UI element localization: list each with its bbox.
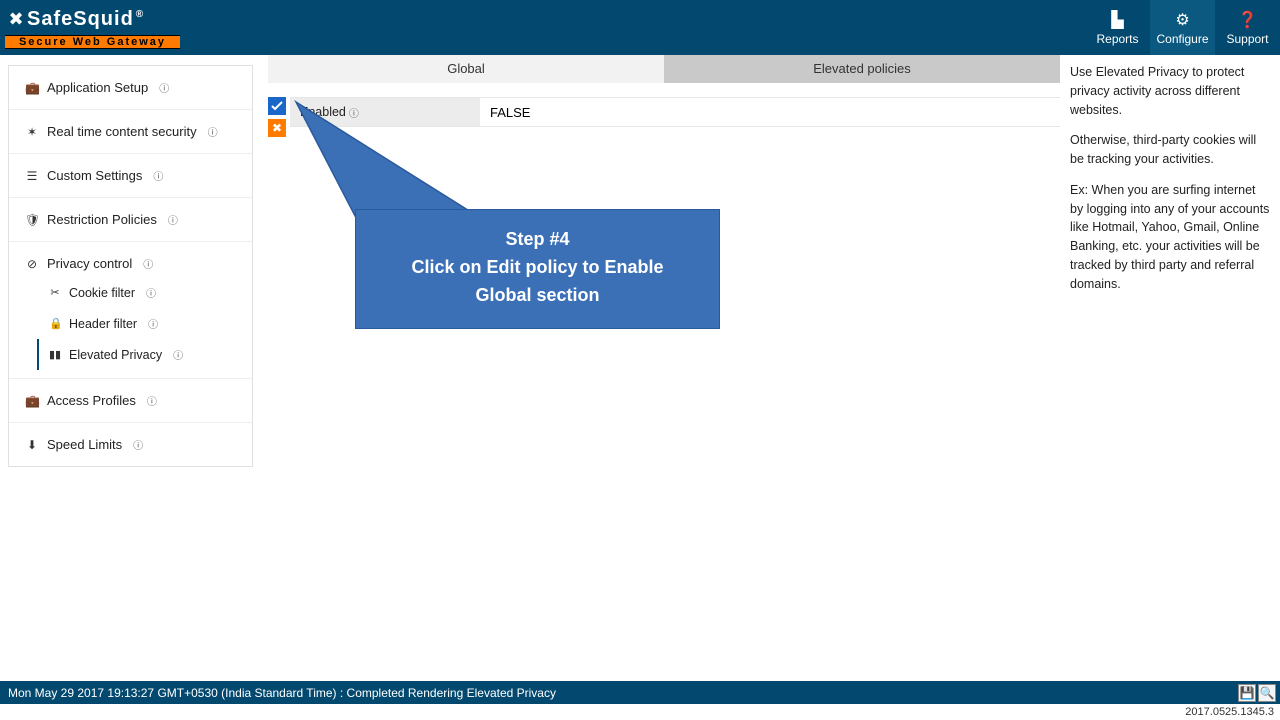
info-icon: ⓘ [143, 256, 153, 271]
chart-icon: ▙ [1111, 10, 1123, 30]
info-icon: ⓘ [168, 212, 178, 227]
search-button[interactable]: 🔍 [1258, 684, 1276, 702]
lock-icon: 🔒 [49, 317, 61, 330]
sidebar-item-label: Access Profiles [47, 393, 136, 408]
info-text: Use Elevated Privacy to protect privacy … [1070, 63, 1270, 119]
nav-label: Reports [1096, 32, 1138, 46]
save-button[interactable]: 💾 [1238, 684, 1256, 702]
sidebar-item-label: Header filter [69, 317, 137, 331]
sidebar-item-custom-settings[interactable]: ☰ Custom Settings ⓘ [9, 154, 252, 198]
info-icon: ⓘ [159, 80, 169, 95]
status-text: Mon May 29 2017 19:13:27 GMT+0530 (India… [8, 686, 556, 700]
info-icon: ⓘ [173, 347, 183, 362]
info-icon: ⓘ [147, 393, 157, 408]
nav-label: Support [1226, 32, 1268, 46]
info-icon: ⓘ [153, 168, 163, 183]
sidebar-item-speed-limits[interactable]: ⬇ Speed Limits ⓘ [9, 423, 252, 466]
tab-global[interactable]: Global [268, 55, 664, 83]
sidebar-item-label: Restriction Policies [47, 212, 157, 227]
info-icon: ⓘ [146, 285, 156, 300]
sidebar-item-label: Speed Limits [47, 437, 122, 452]
info-text: Ex: When you are surfing internet by log… [1070, 181, 1270, 294]
info-icon: ⓘ [349, 105, 359, 120]
header-bar: ✖ SafeSquid® Secure Web Gateway ▙ Report… [0, 0, 1280, 55]
sidebar-item-label: Real time content security [47, 124, 197, 139]
main-panel: Global Elevated policies ✖ Enabled ⓘ FAL… [258, 55, 1060, 681]
sidebar-item-privacy-control[interactable]: ⊘ Privacy control ⓘ [9, 242, 252, 277]
info-icon: ⓘ [133, 437, 143, 452]
nav-reports[interactable]: ▙ Reports [1085, 0, 1150, 55]
edit-policy-button[interactable] [268, 97, 286, 115]
sidebar-privacy-children: ✂ Cookie filter ⓘ 🔒 Header filter ⓘ ▮▮ E… [9, 277, 252, 378]
sidebar-item-label: Privacy control [47, 256, 132, 271]
scissors-icon: ✂ [49, 286, 61, 299]
floppy-icon: 💾 [1240, 686, 1255, 700]
search-icon: 🔍 [1260, 686, 1275, 700]
info-text: Otherwise, third-party cookies will be t… [1070, 131, 1270, 169]
nav-label: Configure [1156, 32, 1208, 46]
sidebar-sub-cookie-filter[interactable]: ✂ Cookie filter ⓘ [9, 277, 252, 308]
nav-configure[interactable]: ⚙ Configure [1150, 0, 1215, 55]
sidebar-item-label: Application Setup [47, 80, 148, 95]
help-icon: ❓ [1238, 10, 1258, 30]
delete-policy-button[interactable]: ✖ [268, 119, 286, 137]
logo-icon: ✖ [5, 9, 27, 31]
sidebar-item-restriction-policies[interactable]: 🛡 Restriction Policies ⓘ [9, 198, 252, 242]
policy-enabled-label: Enabled ⓘ [290, 98, 480, 126]
sliders-icon: ☰ [25, 169, 39, 183]
sidebar-item-label: Custom Settings [47, 168, 142, 183]
tab-elevated-policies[interactable]: Elevated policies [664, 55, 1060, 83]
status-bar: Mon May 29 2017 19:13:27 GMT+0530 (India… [0, 681, 1280, 704]
sidebar-item-label: Cookie filter [69, 286, 135, 300]
gears-icon: ⚙ [1175, 10, 1189, 30]
close-icon: ✖ [272, 121, 282, 135]
download-icon: ⬇ [25, 438, 39, 452]
sidebar-sub-header-filter[interactable]: 🔒 Header filter ⓘ [9, 308, 252, 339]
sidebar-sub-elevated-privacy[interactable]: ▮▮ Elevated Privacy ⓘ [37, 339, 252, 370]
shield-icon: 🛡 [25, 213, 39, 227]
sidebar-item-realtime-security[interactable]: ✶ Real time content security ⓘ [9, 110, 252, 154]
sidebar-item-access-profiles[interactable]: 💼 Access Profiles ⓘ [9, 378, 252, 423]
footer-toolbar: 💾 🔍 [1238, 684, 1276, 702]
info-icon: ⓘ [208, 124, 218, 139]
logo-tagline: Secure Web Gateway [5, 35, 180, 49]
spark-icon: ✶ [25, 125, 39, 139]
sidebar: 💼 Application Setup ⓘ ✶ Real time conten… [8, 65, 253, 467]
info-panel: Use Elevated Privacy to protect privacy … [1060, 55, 1280, 681]
policy-enabled-value: FALSE [480, 98, 1060, 126]
sidebar-item-application-setup[interactable]: 💼 Application Setup ⓘ [9, 66, 252, 110]
logo-text: SafeSquid® [27, 8, 144, 31]
tab-bar: Global Elevated policies [268, 55, 1060, 83]
logo: ✖ SafeSquid® Secure Web Gateway [5, 7, 180, 49]
version-label: 2017.0525.1345.3 [1185, 706, 1274, 718]
info-icon: ⓘ [148, 316, 158, 331]
briefcase-icon: 💼 [25, 81, 39, 95]
sidebar-item-label: Elevated Privacy [69, 348, 162, 362]
no-entry-icon: ⊘ [25, 257, 39, 271]
bars-icon: ▮▮ [49, 348, 61, 361]
pencil-check-icon [271, 100, 283, 112]
briefcase-icon: 💼 [25, 394, 39, 408]
nav-support[interactable]: ❓ Support [1215, 0, 1280, 55]
